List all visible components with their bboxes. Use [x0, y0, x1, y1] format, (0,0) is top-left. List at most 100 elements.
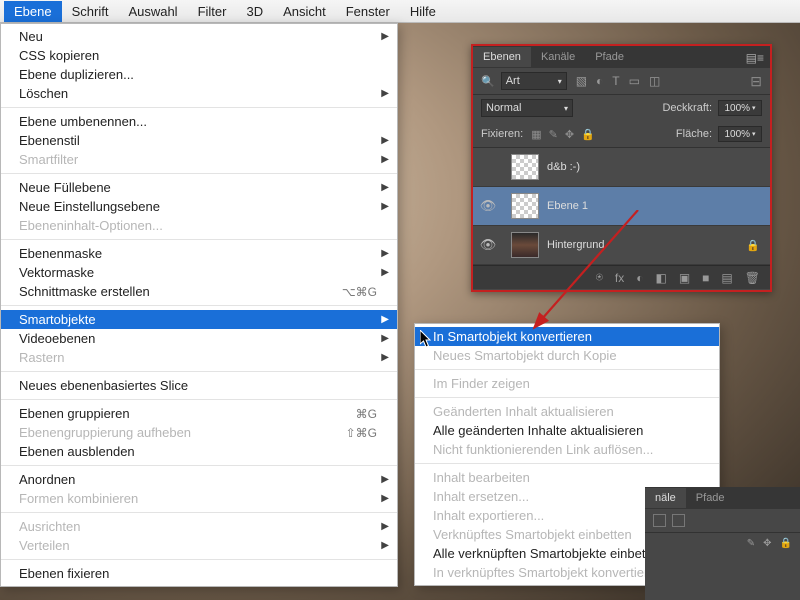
lock-all-icon[interactable]: 🔒	[581, 128, 595, 141]
menu-separator	[1, 512, 397, 513]
dropdown-item[interactable]: Ebenen fixieren	[1, 564, 397, 583]
menu-item-label: Löschen	[19, 86, 377, 101]
dropdown-item[interactable]: Anordnen▶	[1, 470, 397, 489]
adjust-filter-icon[interactable]: ◐	[596, 74, 603, 88]
layer-list: d&b :-)👁Ebene 1👁Hintergrund🔒	[473, 148, 770, 265]
submenu-arrow-icon: ▶	[381, 88, 389, 99]
dropdown-item[interactable]: Ebenen gruppieren⌘G	[1, 404, 397, 423]
aux-icon-2[interactable]	[672, 514, 685, 527]
menubar-item-filter[interactable]: Filter	[188, 1, 237, 22]
menu-shortcut: ⌥⌘G	[342, 285, 377, 299]
panel-tab-ebenen[interactable]: Ebenen	[473, 47, 531, 67]
dropdown-item[interactable]: Smartobjekte▶	[1, 310, 397, 329]
trash-icon[interactable]: 🗑	[745, 271, 760, 285]
link-icon[interactable]: ⍟	[596, 270, 603, 285]
lock-pixel-icon[interactable]: ✎	[549, 128, 558, 141]
lock-transparency-icon[interactable]: ▦	[531, 128, 541, 141]
folder-icon[interactable]: ▤	[721, 271, 732, 285]
dropdown-item[interactable]: Ebene umbenennen...	[1, 112, 397, 131]
menu-item-label: Ebenen ausblenden	[19, 444, 377, 459]
layer-item[interactable]: 👁Ebene 1	[473, 187, 770, 226]
aux-tab[interactable]: näle	[645, 488, 686, 508]
submenu-arrow-icon: ▶	[381, 352, 389, 363]
menubar-item-schrift[interactable]: Schrift	[62, 1, 119, 22]
menubar-item-hilfe[interactable]: Hilfe	[400, 1, 446, 22]
blend-mode-select[interactable]: Normal ▾	[481, 99, 573, 117]
menubar-item-auswahl[interactable]: Auswahl	[118, 1, 187, 22]
dropdown-item[interactable]: Vektormaske▶	[1, 263, 397, 282]
panel-tab-pfade[interactable]: Pfade	[585, 47, 634, 67]
submenu-arrow-icon: ▶	[381, 31, 389, 42]
menu-item-label: Vektormaske	[19, 265, 377, 280]
panel-menu-icon[interactable]: ▤≡	[746, 51, 764, 65]
blend-mode-label: Normal	[486, 102, 521, 114]
menu-item-label: Smartfilter	[19, 152, 377, 167]
dropdown-item[interactable]: Löschen ▶	[1, 84, 397, 103]
menu-item-label: Im Finder zeigen	[433, 376, 699, 391]
menu-item-label: Inhalt bearbeiten	[433, 470, 699, 485]
menu-separator	[415, 397, 719, 398]
dropdown-item[interactable]: Neue Einstellungsebene▶	[1, 197, 397, 216]
layer-item[interactable]: d&b :-)	[473, 148, 770, 187]
lock-label: Fixieren:	[481, 128, 523, 140]
aux-icon[interactable]: 🔒	[780, 538, 792, 549]
aux-tab[interactable]: Pfade	[686, 488, 735, 508]
menu-item-label: In Smartobjekt konvertieren	[433, 329, 699, 344]
layer-thumbnail[interactable]	[511, 154, 539, 180]
dropdown-item[interactable]: Neue Füllebene▶	[1, 178, 397, 197]
smart-filter-icon[interactable]: ◫	[649, 74, 660, 88]
aux-icon-1[interactable]	[653, 514, 666, 527]
type-filter-icon[interactable]: T	[612, 74, 619, 88]
menubar-item-3d[interactable]: 3D	[236, 1, 273, 22]
menubar-item-fenster[interactable]: Fenster	[336, 1, 400, 22]
kind-select[interactable]: Art ▾	[501, 72, 567, 90]
fx-icon[interactable]: fx	[615, 271, 624, 285]
image-filter-icon[interactable]: ▧	[576, 74, 587, 88]
visibility-toggle-icon[interactable]: 👁	[473, 198, 503, 214]
layer-name-label: Hintergrund	[547, 239, 604, 251]
lock-icons-group: ▦ ✎ ✥ 🔒	[531, 128, 595, 141]
submenu-item[interactable]: In Smartobjekt konvertieren	[415, 327, 719, 346]
opacity-field[interactable]: 100%▾	[718, 100, 762, 116]
submenu-item[interactable]: Alle geänderten Inhalte aktualisieren	[415, 421, 719, 440]
menu-separator	[1, 371, 397, 372]
chevron-down-icon: ▾	[564, 104, 568, 113]
filter-toggle-icon[interactable]: ⊟	[750, 73, 762, 90]
aux-icon[interactable]: ✥	[763, 538, 771, 549]
dropdown-item[interactable]: Neu▶	[1, 27, 397, 46]
dropdown-item: Verteilen▶	[1, 536, 397, 555]
new-layer-icon[interactable]: ■	[702, 271, 709, 285]
fill-field[interactable]: 100%▾	[718, 126, 762, 142]
layer-item[interactable]: 👁Hintergrund🔒	[473, 226, 770, 265]
adjustment-icon[interactable]: ◧	[655, 271, 666, 285]
menubar-item-ansicht[interactable]: Ansicht	[273, 1, 336, 22]
dropdown-item[interactable]: Ebenenstil▶	[1, 131, 397, 150]
dropdown-item[interactable]: Videoebenen▶	[1, 329, 397, 348]
dropdown-item[interactable]: Ebenen ausblenden	[1, 442, 397, 461]
menu-item-label: Schnittmaske erstellen	[19, 284, 342, 299]
submenu-arrow-icon: ▶	[381, 333, 389, 344]
dropdown-item[interactable]: CSS kopieren	[1, 46, 397, 65]
dropdown-item[interactable]: Neues ebenenbasiertes Slice	[1, 376, 397, 395]
dropdown-item[interactable]: Schnittmaske erstellen⌥⌘G	[1, 282, 397, 301]
layer-thumbnail[interactable]	[511, 193, 539, 219]
dropdown-item[interactable]: Ebene duplizieren...	[1, 65, 397, 84]
aux-icon[interactable]: ✎	[747, 538, 755, 549]
panel-tab-kanäle[interactable]: Kanäle	[531, 47, 585, 67]
group-icon[interactable]: ▣	[679, 271, 690, 285]
dropdown-item[interactable]: Ebenenmaske▶	[1, 244, 397, 263]
lock-position-icon[interactable]: ✥	[565, 128, 574, 141]
submenu-arrow-icon: ▶	[381, 135, 389, 146]
submenu-arrow-icon: ▶	[381, 182, 389, 193]
dropdown-item: Rastern▶	[1, 348, 397, 367]
menu-item-label: Ausrichten	[19, 519, 377, 534]
layer-thumbnail[interactable]	[511, 232, 539, 258]
shape-filter-icon[interactable]: ▭	[629, 74, 640, 88]
menubar-item-ebene[interactable]: Ebene	[4, 1, 62, 22]
mask-icon[interactable]: ◐	[636, 271, 643, 285]
fill-value: 100%	[724, 129, 750, 140]
visibility-toggle-icon[interactable]: 👁	[473, 237, 503, 253]
submenu-item: Geänderten Inhalt aktualisieren	[415, 402, 719, 421]
blend-opacity-row: Normal ▾ Deckkraft: 100%▾	[473, 95, 770, 121]
fill-label: Fläche:	[676, 128, 712, 140]
